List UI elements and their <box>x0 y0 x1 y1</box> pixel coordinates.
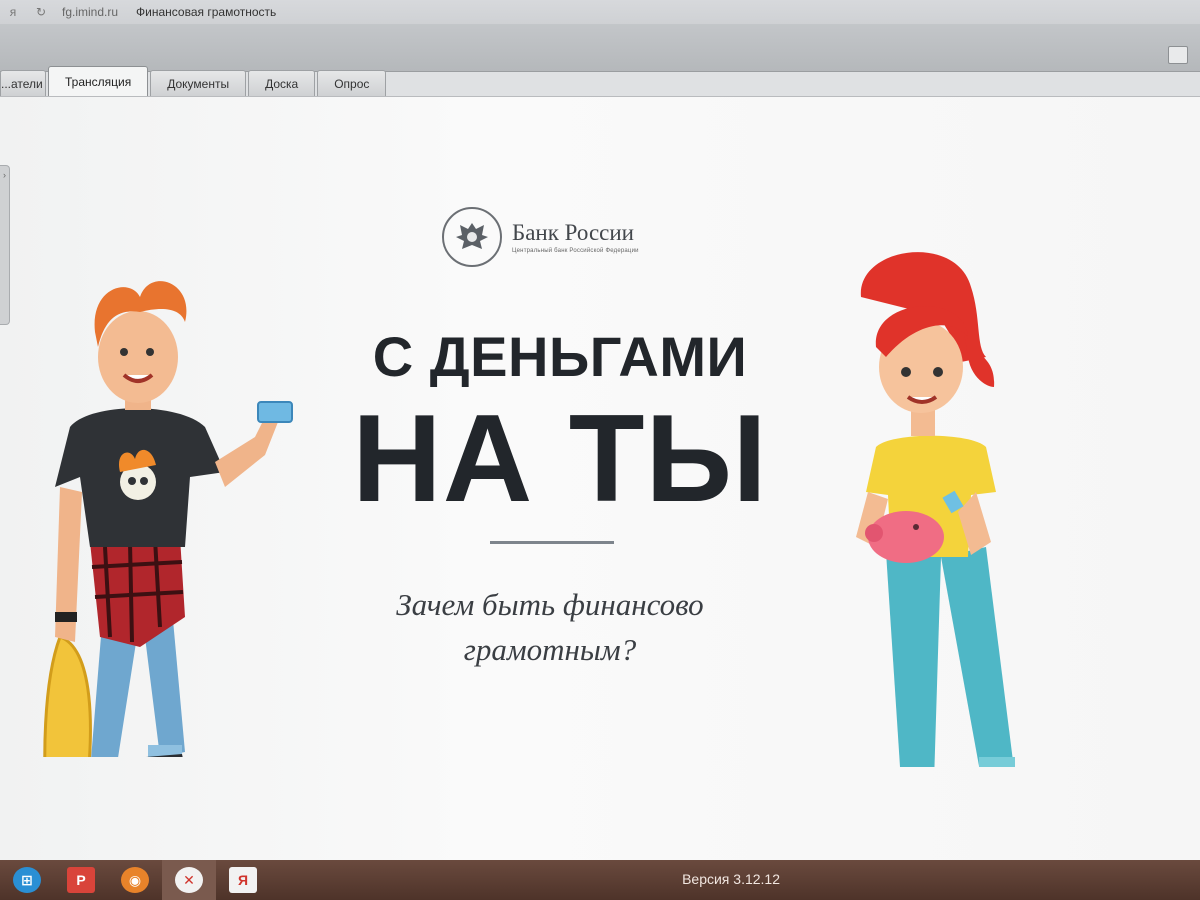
bank-of-russia-logo: Банк России Центральный банк Российской … <box>442 205 682 269</box>
app-menu-icon[interactable]: я <box>6 5 20 19</box>
girl-character-illustration <box>856 252 1015 767</box>
headline-line-1: С ДЕНЬГАМИ <box>372 325 748 388</box>
yandex-browser-icon[interactable]: ✕ <box>162 860 216 900</box>
tab-broadcast[interactable]: Трансляция <box>48 66 149 96</box>
headline-line-2: НА ТЫ <box>352 390 768 528</box>
tab-label: ...атели <box>1 76 43 91</box>
headline-divider <box>490 541 614 544</box>
tab-label: Документы <box>167 76 230 91</box>
slide-subtitle: Зачем быть финансово грамотным? <box>330 583 770 673</box>
presentation-app-icon[interactable]: P <box>54 860 108 900</box>
version-label: Версия 3.12.12 <box>682 871 780 887</box>
tab-label: Опрос <box>334 76 370 91</box>
subtitle-line-1: Зачем быть финансово <box>396 587 704 622</box>
tab-label: Доска <box>265 76 299 91</box>
side-panel-handle[interactable]: › <box>0 165 10 325</box>
firefox-icon[interactable]: ◉ <box>108 860 162 900</box>
reload-icon[interactable]: ↻ <box>34 5 48 19</box>
boy-character-illustration <box>43 281 293 757</box>
address-url[interactable]: fg.imind.ru <box>62 5 118 19</box>
maximize-button[interactable] <box>1168 46 1188 64</box>
tab-bar: ...атели Трансляция Документы Доска Опро… <box>0 66 1200 96</box>
tab-board[interactable]: Доска <box>248 70 316 96</box>
app-header <box>0 24 1200 72</box>
windows-taskbar: ⊞ P ◉ ✕ Я Версия 3.12.12 <box>0 860 1200 900</box>
bank-name: Банк России <box>512 220 634 245</box>
tab-label: Трансляция <box>65 74 132 89</box>
subtitle-line-2: грамотным? <box>463 631 637 667</box>
tab-poll[interactable]: Опрос <box>317 70 387 96</box>
yandex-icon[interactable]: Я <box>216 860 270 900</box>
browser-titlebar: я ↻ fg.imind.ru Финансовая грамотность <box>0 0 1200 24</box>
start-orb-icon[interactable]: ⊞ <box>0 860 54 900</box>
tab-documents[interactable]: Документы <box>150 70 247 96</box>
page-title: Финансовая грамотность <box>136 5 277 19</box>
tab-participants[interactable]: ...атели <box>0 70 46 96</box>
broadcast-slide: › Банк России Центральный банк Российско… <box>0 96 1200 860</box>
double-headed-eagle-icon <box>442 207 502 267</box>
bank-subtitle: Центральный банк Российской Федерации <box>512 248 639 254</box>
